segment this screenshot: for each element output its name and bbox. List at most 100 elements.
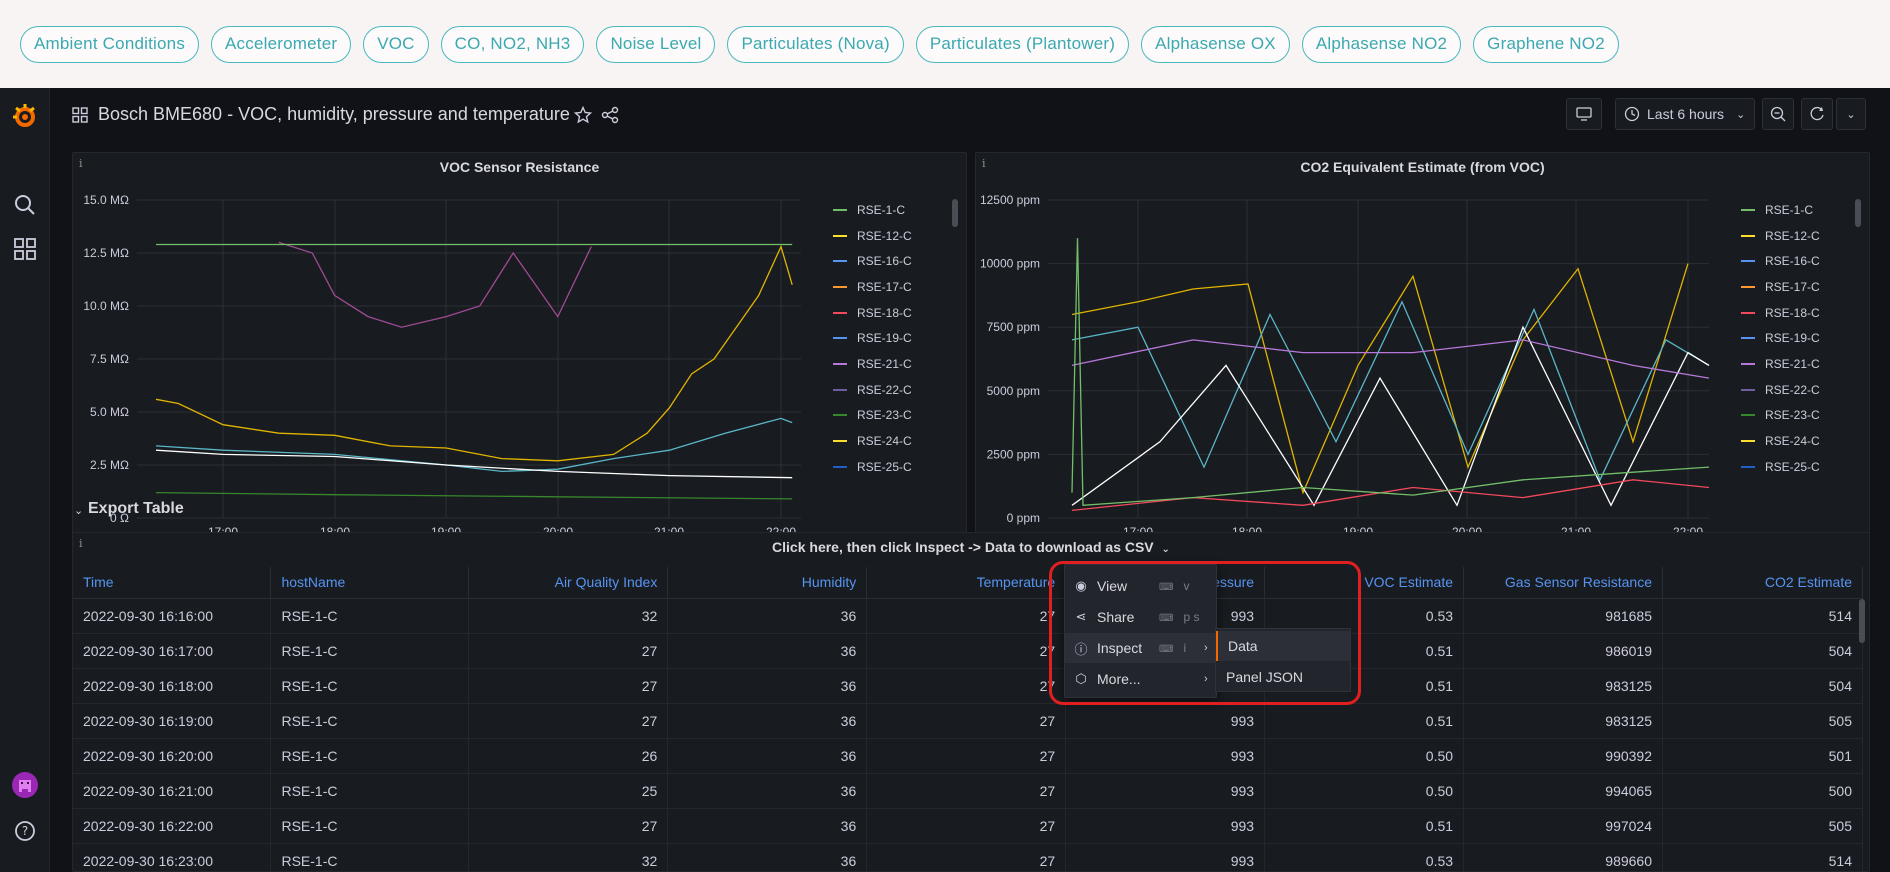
table-cell: RSE-1-C bbox=[270, 773, 470, 809]
legend-item[interactable]: RSE-17-C bbox=[833, 274, 953, 300]
keyboard-shortcut: ⌨ p s bbox=[1159, 610, 1199, 624]
row-title[interactable]: Export Table bbox=[88, 500, 184, 518]
legend-color-swatch bbox=[1741, 465, 1755, 468]
dashboard-link-8[interactable]: Alphasense NO2 bbox=[1301, 25, 1462, 63]
table-cell: RSE-1-C bbox=[270, 668, 470, 704]
legend-item[interactable]: RSE-19-C bbox=[1741, 325, 1861, 351]
legend-item[interactable]: RSE-17-C bbox=[1741, 274, 1861, 300]
legend-item[interactable]: RSE-16-C bbox=[833, 248, 953, 274]
dashboard-link-0[interactable]: Ambient Conditions bbox=[20, 25, 200, 63]
export-table-panel[interactable]: i Click here, then click Inspect -> Data… bbox=[72, 532, 1870, 872]
time-range-picker[interactable]: Last 6 hours ⌄ bbox=[1615, 98, 1755, 130]
table-cell: 36 bbox=[667, 668, 868, 704]
dashboard-link-9[interactable]: Graphene NO2 bbox=[1473, 25, 1619, 63]
table-cell: 0.51 bbox=[1264, 703, 1465, 739]
help-icon[interactable]: ? bbox=[12, 818, 38, 844]
legend-label: RSE-19-C bbox=[857, 331, 912, 346]
share-icon[interactable] bbox=[601, 106, 619, 129]
legend-label: RSE-12-C bbox=[1765, 228, 1820, 243]
refresh-button[interactable] bbox=[1801, 98, 1833, 130]
zoom-out-button[interactable] bbox=[1762, 98, 1794, 130]
table-cell: 504 bbox=[1662, 668, 1863, 704]
legend-label: RSE-12-C bbox=[857, 228, 912, 243]
column-header[interactable]: Air Quality Index bbox=[468, 567, 669, 599]
column-header[interactable]: VOC Estimate bbox=[1264, 567, 1465, 599]
dashboard-link-3[interactable]: CO, NO2, NH3 bbox=[440, 25, 585, 63]
legend-label: RSE-16-C bbox=[857, 254, 912, 269]
legend-item[interactable]: RSE-1-C bbox=[833, 197, 953, 223]
co2-estimate-panel[interactable]: i CO2 Equivalent Estimate (from VOC) 125… bbox=[975, 152, 1870, 576]
legend-item[interactable]: RSE-25-C bbox=[833, 454, 953, 480]
table-cell: 27 bbox=[866, 633, 1067, 669]
legend-item[interactable]: RSE-1-C bbox=[1741, 197, 1861, 223]
table-cell: 500 bbox=[1662, 773, 1863, 809]
dashboard-link-2[interactable]: VOC bbox=[363, 25, 429, 63]
dashboard-title[interactable]: Bosch BME680 - VOC, humidity, pressure a… bbox=[98, 104, 570, 125]
legend-label: RSE-25-C bbox=[857, 459, 912, 474]
column-header[interactable]: Gas Sensor Resistance bbox=[1463, 567, 1663, 599]
table-scrollbar[interactable] bbox=[1859, 599, 1865, 643]
dashboard-link-4[interactable]: Noise Level bbox=[596, 25, 716, 63]
legend-item[interactable]: RSE-18-C bbox=[833, 300, 953, 326]
legend-item[interactable]: RSE-12-C bbox=[1741, 223, 1861, 249]
table-cell: 505 bbox=[1662, 703, 1863, 739]
dashboards-grid-icon[interactable] bbox=[72, 107, 88, 128]
legend-label: RSE-16-C bbox=[1765, 254, 1820, 269]
legend-item[interactable]: RSE-16-C bbox=[1741, 248, 1861, 274]
keyboard-shortcut: ⌨ v bbox=[1159, 579, 1189, 593]
table-row: 2022-09-30 16:17:00RSE-1-C2736279930.519… bbox=[73, 633, 1863, 669]
voc-resistance-panel[interactable]: i VOC Sensor Resistance 15.0 MΩ 12.5 MΩ 10… bbox=[72, 152, 967, 576]
column-header[interactable]: Time bbox=[73, 567, 272, 599]
cube-icon: ⬡ bbox=[1075, 671, 1087, 686]
tv-mode-button[interactable] bbox=[1566, 98, 1602, 130]
dashboard-link-7[interactable]: Alphasense OX bbox=[1141, 25, 1290, 63]
dashboards-icon[interactable] bbox=[12, 236, 38, 262]
chart-legend: RSE-1-C RSE-12-C RSE-16-C RSE-17-C RSE-18-C R… bbox=[1741, 197, 1861, 480]
legend-item[interactable]: RSE-22-C bbox=[833, 377, 953, 403]
grafana-logo-icon[interactable] bbox=[10, 102, 40, 132]
legend-label: RSE-17-C bbox=[857, 279, 912, 294]
y-tick-label: 2.5 MΩ bbox=[90, 458, 129, 472]
submenu-item-panel-json[interactable]: Panel JSON bbox=[1216, 662, 1350, 692]
legend-item[interactable]: RSE-23-C bbox=[1741, 403, 1861, 429]
legend-item[interactable]: RSE-25-C bbox=[1741, 454, 1861, 480]
legend-item[interactable]: RSE-23-C bbox=[833, 403, 953, 429]
menu-item-more[interactable]: ⬡ More... › bbox=[1065, 664, 1218, 694]
menu-item-view[interactable]: ◉ View ⌨ v bbox=[1065, 571, 1218, 601]
legend-item[interactable]: RSE-18-C bbox=[1741, 300, 1861, 326]
table-cell: 27 bbox=[468, 703, 669, 739]
column-header[interactable]: Temperature bbox=[866, 567, 1067, 599]
menu-item-inspect[interactable]: ⓘ Inspect ⌨ i › bbox=[1065, 633, 1218, 663]
user-avatar-icon[interactable] bbox=[12, 772, 38, 798]
panel-title[interactable]: Click here, then click Inspect -> Data t… bbox=[73, 539, 1869, 555]
column-header[interactable]: hostName bbox=[270, 567, 470, 599]
legend-color-swatch bbox=[1741, 234, 1755, 237]
column-header[interactable]: CO2 Estimate bbox=[1662, 567, 1863, 599]
table-cell: 994065 bbox=[1463, 773, 1663, 809]
keyboard-icon: ⌨ bbox=[1159, 613, 1174, 624]
series-line-RSE-21-C bbox=[278, 241, 592, 328]
star-icon[interactable] bbox=[573, 105, 593, 129]
dashboard-link-1[interactable]: Accelerometer bbox=[211, 25, 352, 63]
legend-item[interactable]: RSE-24-C bbox=[833, 428, 953, 454]
search-icon[interactable] bbox=[12, 192, 38, 218]
legend-item[interactable]: RSE-21-C bbox=[1741, 351, 1861, 377]
legend-item[interactable]: RSE-21-C bbox=[833, 351, 953, 377]
menu-item-share[interactable]: ⋖ Share ⌨ p s bbox=[1065, 602, 1218, 632]
submenu-item-data[interactable]: Data bbox=[1216, 631, 1350, 661]
legend-item[interactable]: RSE-24-C bbox=[1741, 428, 1861, 454]
legend-scrollbar[interactable] bbox=[1855, 199, 1861, 227]
legend-item[interactable]: RSE-19-C bbox=[833, 325, 953, 351]
legend-scrollbar[interactable] bbox=[952, 199, 958, 227]
column-header[interactable]: Humidity bbox=[667, 567, 868, 599]
refresh-interval-dropdown[interactable]: ⌄ bbox=[1836, 98, 1866, 130]
dashboard-link-5[interactable]: Particulates (Nova) bbox=[727, 25, 904, 63]
legend-item[interactable]: RSE-22-C bbox=[1741, 377, 1861, 403]
dashboard-link-6[interactable]: Particulates (Plantower) bbox=[915, 25, 1130, 63]
co2-estimate-chart[interactable]: 12500 ppm 10000 ppm 7500 ppm 5000 ppm 2500 p… bbox=[976, 153, 1871, 577]
legend-item[interactable]: RSE-12-C bbox=[833, 223, 953, 249]
y-tick-label: 10.0 MΩ bbox=[83, 299, 129, 313]
legend-label: RSE-22-C bbox=[1765, 382, 1820, 397]
row-collapse-chevron-icon[interactable]: ⌄ bbox=[74, 504, 83, 517]
refresh-icon bbox=[1810, 106, 1824, 121]
